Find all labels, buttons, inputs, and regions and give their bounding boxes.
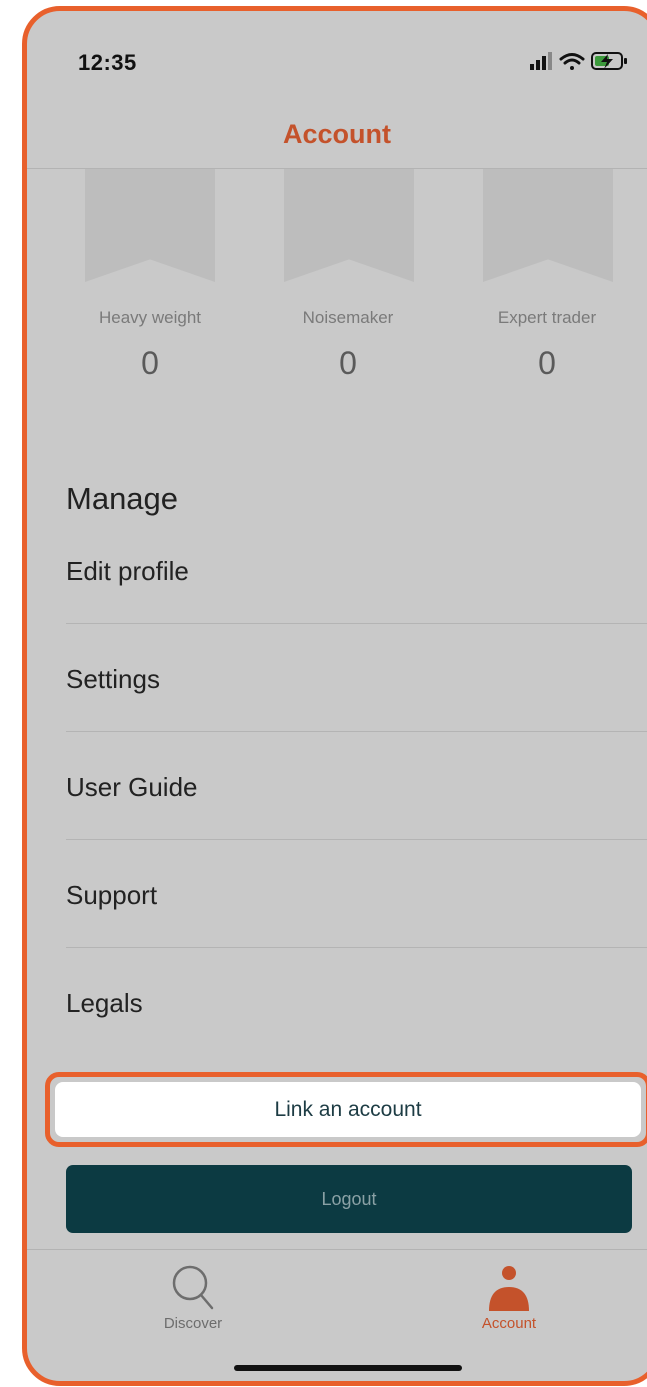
status-bar: 12:35	[27, 11, 647, 106]
menu-divider	[66, 731, 647, 732]
wifi-icon	[559, 53, 585, 70]
badge-count-heavy-weight: 0	[141, 345, 159, 381]
link-account-button[interactable]: Link an account	[55, 1082, 641, 1137]
tab-label-account: Account	[481, 1315, 537, 1332]
menu-divider	[66, 623, 647, 624]
badge-count-expert-trader: 0	[538, 345, 556, 381]
battery-charging-icon	[591, 52, 627, 70]
badge-count-noisemaker: 0	[339, 345, 357, 381]
person-icon	[489, 1266, 529, 1311]
logout-button[interactable]: Logout	[66, 1165, 632, 1233]
menu-item-user-guide[interactable]: User Guide	[66, 757, 647, 817]
tab-discover[interactable]: Discover	[113, 1255, 273, 1345]
badge-ribbon-noisemaker	[284, 169, 414, 282]
menu-item-edit-profile[interactable]: Edit profile	[66, 541, 647, 601]
tab-account[interactable]: Account	[429, 1255, 589, 1345]
badge-label-noisemaker: Noisemaker	[302, 308, 394, 327]
nav-divider	[27, 168, 647, 169]
menu-divider	[66, 947, 647, 948]
menu-divider	[66, 839, 647, 840]
menu-item-settings[interactable]: Settings	[66, 649, 647, 709]
tab-label-discover: Discover	[163, 1315, 223, 1332]
signal-icon	[530, 52, 552, 70]
badge-ribbon-expert-trader	[483, 169, 613, 282]
badge-label-heavy-weight: Heavy weight	[98, 308, 202, 327]
status-icons	[530, 52, 627, 70]
search-icon	[172, 1265, 214, 1310]
manage-heading: Manage	[66, 481, 179, 516]
tabbar-divider	[27, 1249, 647, 1250]
page-title: Account	[283, 119, 391, 149]
status-time: 12:35	[78, 50, 137, 75]
badge-ribbon-heavy-weight	[85, 169, 215, 282]
menu-item-legals[interactable]: Legals	[66, 973, 647, 1033]
badge-label-expert-trader: Expert trader	[497, 308, 597, 327]
phone-frame: 12:35 Account Heavy weight Noisemaker Ex…	[22, 6, 647, 1386]
home-indicator	[234, 1365, 462, 1371]
link-account-button-highlight: Link an account	[45, 1072, 647, 1147]
menu-item-support[interactable]: Support	[66, 865, 647, 925]
